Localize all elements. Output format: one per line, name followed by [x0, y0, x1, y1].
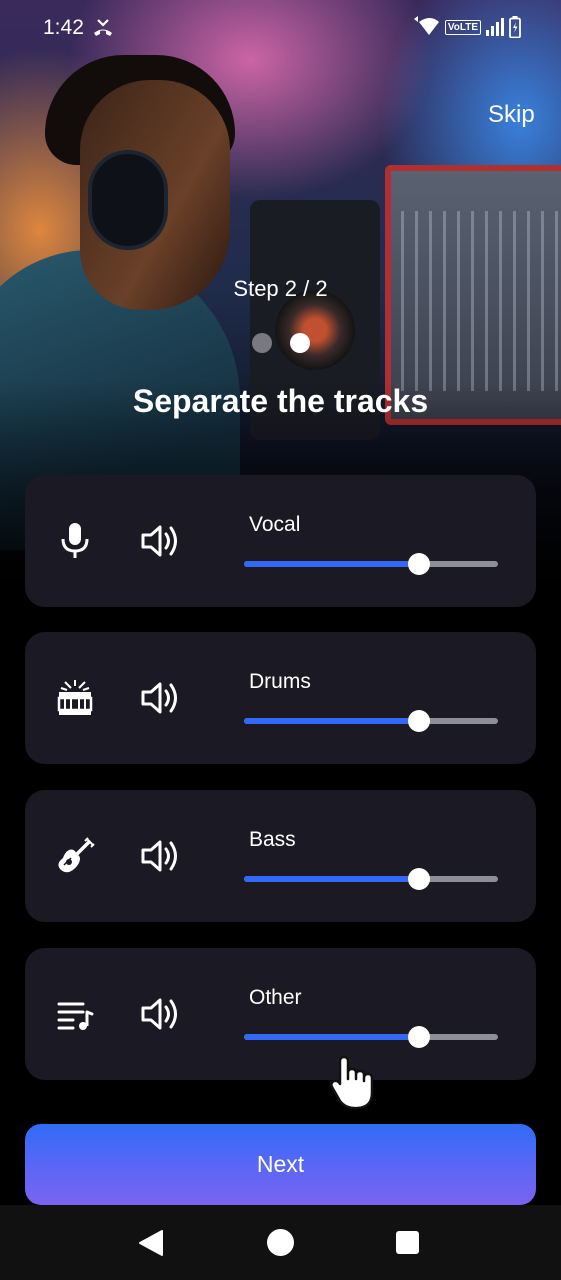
tutorial-hand-pointer-icon	[330, 1055, 374, 1110]
skip-button[interactable]: Skip	[488, 101, 535, 129]
slider-fill	[244, 718, 420, 724]
signal-icon	[486, 18, 504, 36]
step-indicator: Step 2 / 2	[233, 276, 328, 301]
home-icon[interactable]	[267, 1229, 294, 1256]
page-dot-2-active	[290, 333, 310, 353]
other-volume-slider[interactable]	[244, 1025, 498, 1049]
slider-thumb[interactable]	[408, 1026, 431, 1048]
microphone-icon	[61, 523, 89, 558]
track-label-drums: Drums	[249, 670, 311, 693]
playlist-music-icon	[57, 1002, 94, 1030]
call-missed-icon	[94, 19, 112, 36]
slider-fill	[244, 876, 420, 882]
track-label-vocal: Vocal	[249, 513, 301, 536]
slider-fill	[244, 561, 420, 567]
volume-icon[interactable]	[140, 838, 182, 874]
page-dots	[252, 333, 310, 353]
track-card-bass: Bass	[25, 790, 536, 922]
drum-icon	[57, 680, 93, 715]
drums-volume-slider[interactable]	[244, 709, 498, 733]
recents-icon[interactable]	[396, 1231, 419, 1254]
status-bar: 1:42 VoLTE	[0, 0, 561, 56]
wifi-icon	[413, 16, 439, 35]
track-label-bass: Bass	[249, 828, 296, 851]
back-icon[interactable]	[138, 1229, 164, 1257]
battery-icon	[509, 16, 521, 38]
volume-icon[interactable]	[140, 996, 182, 1032]
page-dot-1	[252, 333, 272, 353]
vocal-volume-slider[interactable]	[244, 552, 498, 576]
status-time: 1:42	[43, 16, 84, 39]
system-navigation-bar	[0, 1205, 561, 1280]
slider-fill	[244, 1034, 420, 1040]
volume-icon[interactable]	[140, 680, 182, 716]
bass-volume-slider[interactable]	[244, 867, 498, 891]
track-card-other: Other	[25, 948, 536, 1080]
volume-icon[interactable]	[140, 523, 182, 559]
page-title: Separate the tracks	[132, 383, 429, 419]
slider-thumb[interactable]	[408, 553, 431, 575]
status-icons: VoLTE	[411, 16, 521, 38]
volte-icon: VoLTE	[444, 19, 481, 35]
guitar-icon	[58, 837, 95, 873]
next-button[interactable]: Next	[25, 1124, 536, 1205]
track-label-other: Other	[249, 986, 302, 1009]
slider-thumb[interactable]	[408, 868, 431, 890]
slider-thumb[interactable]	[408, 710, 431, 732]
track-card-drums: Drums	[25, 632, 536, 764]
track-card-vocal: Vocal	[25, 475, 536, 607]
hero-headphones	[88, 150, 168, 250]
